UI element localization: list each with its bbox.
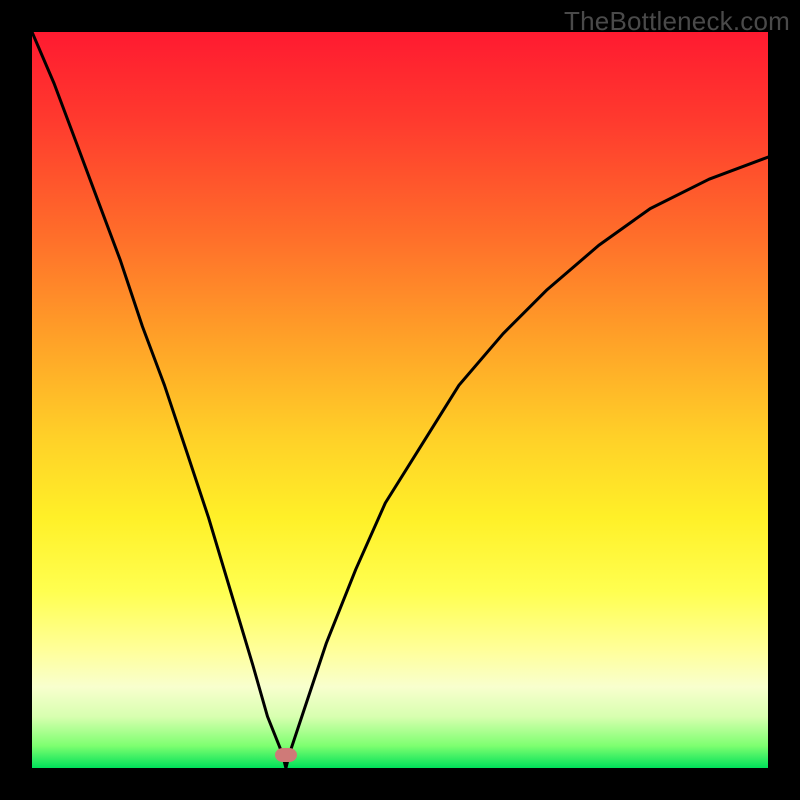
watermark-label: TheBottleneck.com — [564, 6, 790, 37]
chart-frame: TheBottleneck.com — [0, 0, 800, 800]
bottleneck-curve — [32, 32, 768, 768]
minimum-marker — [275, 748, 297, 762]
chart-plot-area — [32, 32, 768, 768]
